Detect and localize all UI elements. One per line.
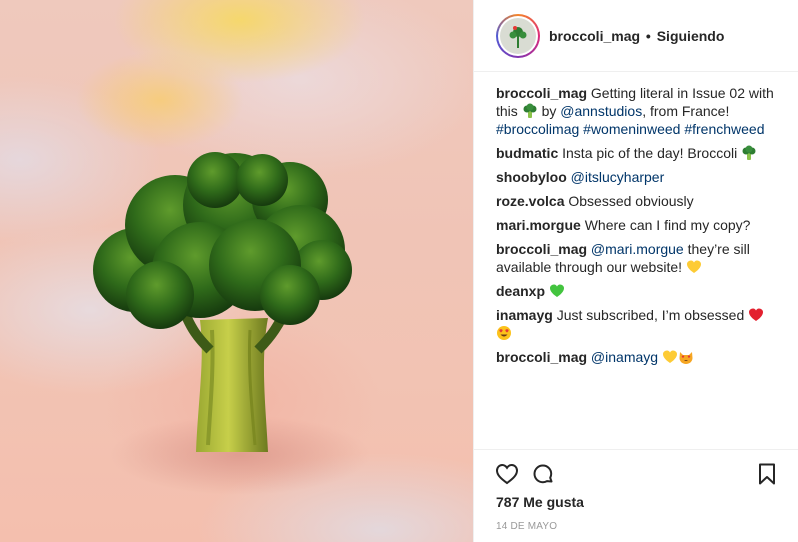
comment: budmatic Insta pic of the day! Broccoli <box>496 144 788 162</box>
avatar <box>500 17 536 54</box>
post-photo <box>0 0 473 542</box>
comment-bubble-icon[interactable] <box>531 462 555 486</box>
comment: roze.volca Obsessed obviously <box>496 192 788 210</box>
header-separator: • <box>645 27 651 44</box>
post-date[interactable]: 14 DE MAYO <box>496 521 557 532</box>
comment-username[interactable]: shoobyloo <box>496 169 567 185</box>
yellow-heart-emoji-icon <box>662 350 677 363</box>
hashtag-link[interactable]: #frenchweed <box>684 121 764 137</box>
bookmark-icon[interactable] <box>755 462 779 486</box>
instagram-post: broccoli_mag • Siguiendo broccoli_mag Ge… <box>0 0 798 542</box>
broccoli-image <box>93 152 370 495</box>
broccoli-emoji-icon <box>523 103 537 118</box>
caption: broccoli_mag Getting literal in Issue 02… <box>496 84 788 138</box>
like-count[interactable]: 787 Me gusta <box>496 494 584 510</box>
comment-username[interactable]: broccoli_mag <box>496 349 587 365</box>
caption-text: , from France! <box>642 103 730 119</box>
red-heart-emoji-icon <box>749 308 764 321</box>
comment-username[interactable]: deanxp <box>496 283 545 299</box>
comment-username[interactable]: broccoli_mag <box>496 85 587 101</box>
comment-username[interactable]: roze.volca <box>496 193 564 209</box>
mention-link[interactable]: @annstudios <box>560 103 642 119</box>
broccoli-emoji-icon <box>742 145 756 160</box>
story-ring[interactable] <box>496 13 540 58</box>
comment-text: Just subscribed, I’m obsessed <box>556 307 745 323</box>
following-button[interactable]: Siguiendo <box>657 28 725 44</box>
hashtag-link[interactable]: #broccolimag <box>496 121 579 137</box>
comment-username[interactable]: budmatic <box>496 145 558 161</box>
comments-list: broccoli_mag Getting literal in Issue 02… <box>496 84 788 372</box>
heart-eyes-cat-emoji-icon <box>679 352 693 364</box>
yellow-heart-emoji-icon <box>686 260 701 273</box>
comment-text: Insta pic of the day! Broccoli <box>562 145 738 161</box>
mention-link[interactable]: @itslucyharper <box>571 169 665 185</box>
comment: mari.morgue Where can I find my copy? <box>496 216 788 234</box>
comment-text: Obsessed obviously <box>568 193 694 209</box>
heart-eyes-emoji-icon <box>497 326 511 340</box>
comment: broccoli_mag @inamayg <box>496 348 788 366</box>
header-username[interactable]: broccoli_mag <box>549 28 640 44</box>
comment: shoobyloo @itslucyharper <box>496 168 788 186</box>
heart-outline-icon[interactable] <box>495 462 519 486</box>
post-actions: 787 Me gusta 14 DE MAYO <box>474 449 798 542</box>
comment: broccoli_mag @mari.morgue they’re sill a… <box>496 240 788 276</box>
mention-link[interactable]: @inamayg <box>591 349 658 365</box>
post-header: broccoli_mag • Siguiendo <box>474 0 798 72</box>
caption-text: by <box>541 103 557 119</box>
comment-username[interactable]: mari.morgue <box>496 217 581 233</box>
comment-username[interactable]: broccoli_mag <box>496 241 587 257</box>
comment-text: Where can I find my copy? <box>584 217 751 233</box>
comment: deanxp <box>496 282 788 300</box>
post-side-panel: broccoli_mag • Siguiendo broccoli_mag Ge… <box>473 0 798 542</box>
broccoli-logo-icon <box>509 25 527 48</box>
comment-username[interactable]: inamayg <box>496 307 553 323</box>
comment: inamayg Just subscribed, I’m obsessed <box>496 306 788 342</box>
green-heart-emoji-icon <box>549 284 564 297</box>
mention-link[interactable]: @mari.morgue <box>591 241 684 257</box>
hashtag-link[interactable]: #womeninweed <box>583 121 680 137</box>
